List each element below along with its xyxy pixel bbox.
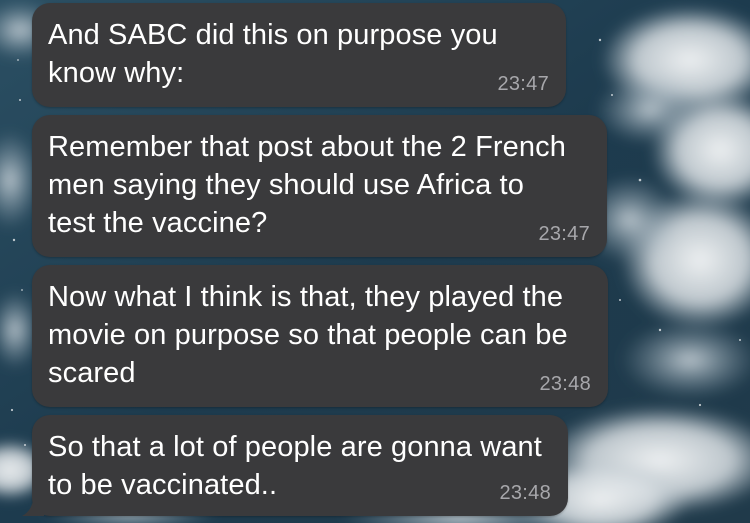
bubble-tail-icon <box>22 490 44 516</box>
message-text: So that a lot of people are gonna want t… <box>48 431 542 501</box>
message-text: Now what I think is that, they played th… <box>48 281 568 389</box>
message-timestamp: 23:48 <box>539 373 591 395</box>
message-timestamp: 23:47 <box>497 73 549 95</box>
message-timestamp: 23:47 <box>538 223 590 245</box>
message-bubble[interactable]: Remember that post about the 2 French me… <box>32 115 607 257</box>
message-timestamp: 23:48 <box>499 482 551 504</box>
message-bubble[interactable]: So that a lot of people are gonna want t… <box>22 415 568 516</box>
message-bubble[interactable]: Now what I think is that, they played th… <box>32 265 608 407</box>
message-list: And SABC did this on purpose you know wh… <box>0 0 750 523</box>
message-text: Remember that post about the 2 French me… <box>48 131 566 239</box>
message-text: And SABC did this on purpose you know wh… <box>48 19 498 89</box>
message-bubble[interactable]: And SABC did this on purpose you know wh… <box>32 3 566 107</box>
